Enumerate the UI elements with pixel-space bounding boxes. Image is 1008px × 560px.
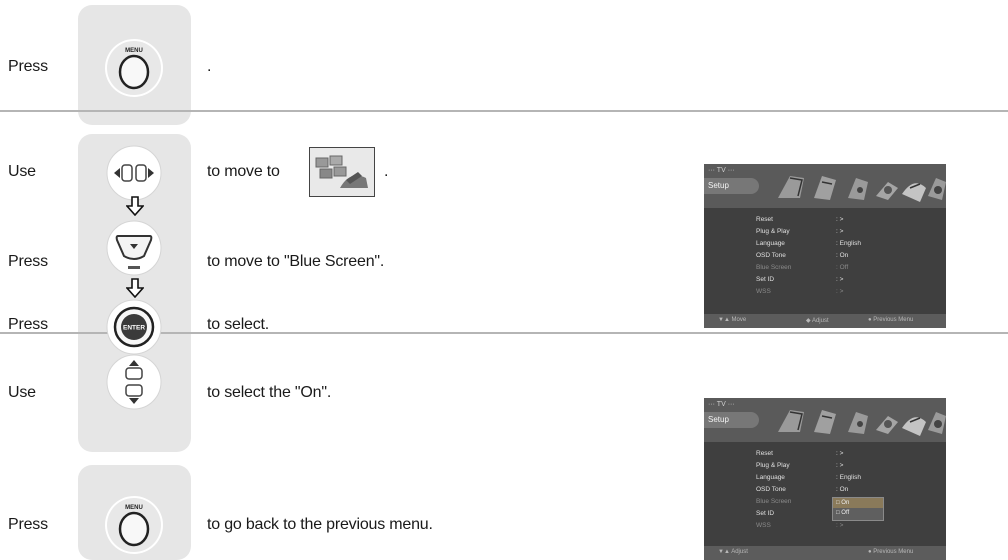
tv-footer-adjust: ▼▲ Adjust	[718, 549, 748, 555]
step-1-verb: Press	[8, 58, 48, 75]
menu-label: MENU	[125, 48, 143, 54]
blue-screen-popup: □ On □ Off	[832, 497, 884, 521]
tv-row-value: : >	[836, 288, 844, 295]
tv-row-label: Language	[756, 474, 785, 481]
tv-title: ··· TV ···	[708, 167, 735, 174]
tv-row-value: : >	[836, 522, 844, 529]
tv-footer-previous: ● Previous Menu	[868, 549, 914, 555]
tv-menu-icons	[778, 410, 946, 436]
tv-screen-blue-screen-popup: ··· TV ··· Setup Reset : > Plug & Play :…	[704, 398, 946, 560]
tv-row-value: : >	[836, 462, 844, 469]
step-3-verb: Press	[8, 253, 48, 270]
tv-row-value: : Off	[836, 264, 849, 271]
tv-row-label: Set ID	[756, 276, 775, 283]
step-4-verb: Press	[8, 316, 48, 333]
tv-tab-setup: Setup	[704, 178, 759, 194]
tv-title: ··· TV ···	[708, 401, 735, 408]
enter-label: ENTER	[123, 325, 145, 332]
step-5-text: to select the "On".	[207, 384, 332, 401]
tv-row-value: : English	[836, 474, 861, 481]
tv-menu-icons	[778, 176, 946, 202]
tv-row-label: WSS	[756, 288, 771, 295]
tv-row-label: Plug & Play	[756, 462, 790, 469]
tv-row-value: : On	[836, 252, 849, 259]
step-6-verb: Press	[8, 516, 48, 533]
tv-row-value: : On	[836, 486, 849, 493]
tv-row-label: Reset	[756, 216, 773, 223]
tv-row-value: : English	[836, 240, 861, 247]
tv-footer-adjust: ◆ Adjust	[806, 318, 829, 324]
step-6-text: to go back to the previous menu.	[207, 516, 433, 533]
step-1-text: .	[207, 58, 212, 75]
down-button[interactable]	[104, 218, 164, 278]
menu-button[interactable]: MENU	[104, 38, 164, 98]
menu-button-2[interactable]: MENU	[104, 495, 164, 555]
tv-footer: ▼▲ Adjust ● Previous Menu	[704, 546, 946, 560]
step-2-text: to move to	[207, 163, 280, 180]
tv-row-label: Plug & Play	[756, 228, 790, 235]
left-right-button[interactable]	[104, 143, 164, 203]
menu-label: MENU	[125, 505, 143, 511]
tv-row-label: Blue Screen	[756, 264, 792, 271]
step-4-text: to select.	[207, 316, 270, 333]
tv-footer: ▼▲ Move ◆ Adjust ● Previous Menu	[704, 314, 946, 328]
tv-row-label: Blue Screen	[756, 498, 792, 505]
setup-icon	[309, 147, 375, 197]
step-2-after: .	[384, 163, 389, 180]
tv-row-value: : >	[836, 276, 844, 283]
tv-row-value: : >	[836, 450, 844, 457]
tv-footer-previous: ● Previous Menu	[868, 317, 914, 323]
tv-row-label: OSD Tone	[756, 486, 786, 493]
tv-row-label: OSD Tone	[756, 252, 786, 259]
divider-1	[0, 110, 1008, 112]
tv-row-label: Set ID	[756, 510, 775, 517]
tv-footer-move: ▼▲ Move	[718, 317, 747, 323]
tv-row-label: WSS	[756, 522, 771, 529]
enter-button[interactable]: ENTER	[104, 297, 164, 357]
tv-row-value: : >	[836, 216, 844, 223]
tv-row-label: Language	[756, 240, 785, 247]
tv-body	[704, 208, 946, 314]
up-down-button[interactable]	[104, 352, 164, 412]
popup-option-on[interactable]: □ On	[833, 498, 883, 508]
tv-tab-setup: Setup	[704, 412, 759, 428]
tv-row-label: Reset	[756, 450, 773, 457]
tv-row-value: : >	[836, 228, 844, 235]
tv-body	[704, 442, 946, 546]
tv-screen-setup-menu: ··· TV ··· Setup Reset : > Plug & Play :…	[704, 164, 946, 328]
popup-option-off[interactable]: □ Off	[833, 508, 883, 518]
step-2-verb: Use	[8, 163, 36, 180]
step-3-text: to move to "Blue Screen".	[207, 253, 385, 270]
step-5-verb: Use	[8, 384, 36, 401]
